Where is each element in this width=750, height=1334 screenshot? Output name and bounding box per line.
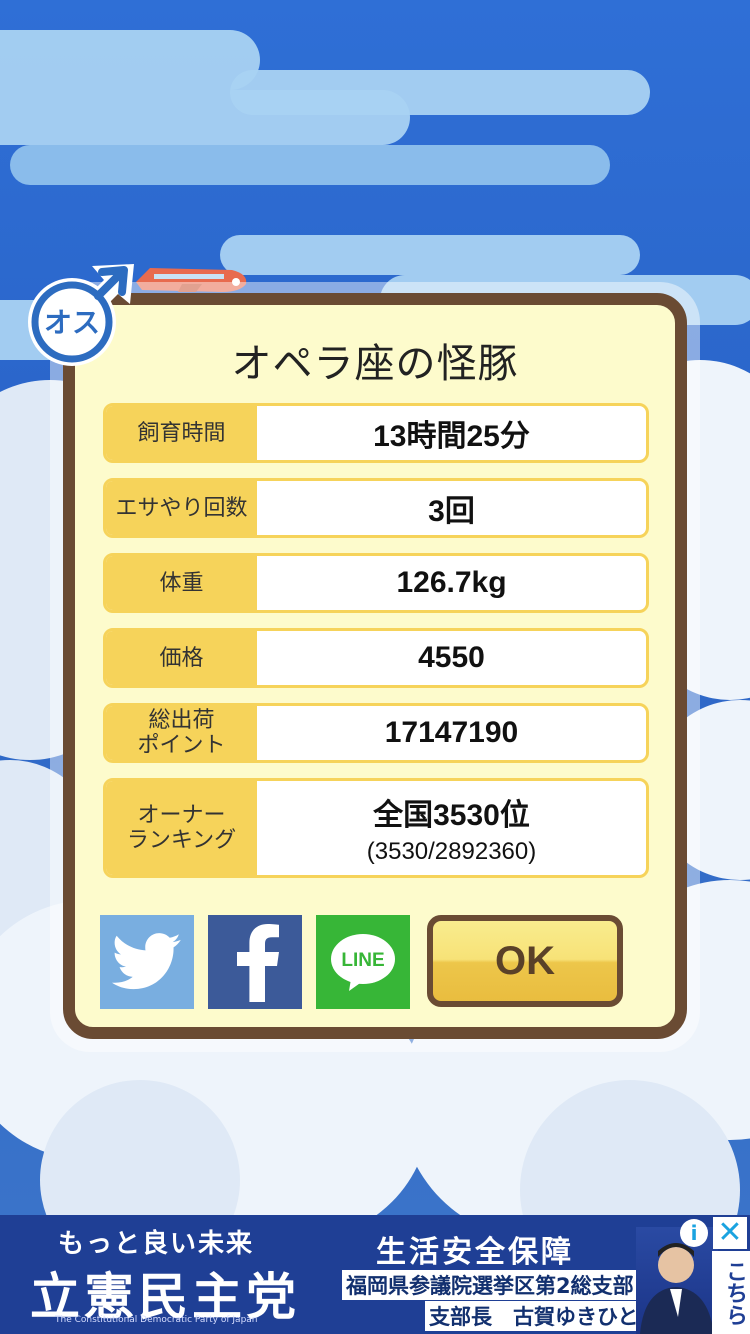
cloud bbox=[10, 145, 610, 185]
ranking-value: 全国3530位 bbox=[373, 799, 530, 832]
facebook-share-button[interactable] bbox=[208, 915, 302, 1009]
ad-banner[interactable]: もっと良い未来 立憲民主党 The Constitutional Democra… bbox=[0, 1215, 750, 1334]
stat-row-price: 価格 4550 bbox=[103, 628, 649, 688]
line-logo-text: LINE bbox=[341, 950, 384, 971]
stat-row-owner-ranking: オーナー ランキング 全国3530位 (3530/2892360) bbox=[103, 778, 649, 878]
ranking-detail: (3530/2892360) bbox=[366, 838, 537, 865]
stat-label: エサやり回数 bbox=[106, 481, 257, 535]
ad-text: 支部長 古賀ゆきひと bbox=[425, 1301, 643, 1331]
ad-text: もっと良い未来 bbox=[58, 1229, 255, 1259]
stat-label: 価格 bbox=[106, 631, 257, 685]
stat-value-group: 全国3530位 (3530/2892360) bbox=[257, 781, 646, 875]
stat-value: 4550 bbox=[418, 641, 485, 674]
stat-row-breeding-time: 飼育時間 13時間25分 bbox=[103, 403, 649, 463]
twitter-share-button[interactable] bbox=[100, 915, 194, 1009]
ad-vertical-text: こちら bbox=[712, 1251, 750, 1334]
stat-label: オーナー ランキング bbox=[106, 781, 257, 875]
pig-info-dialog: オペラ座の怪豚 飼育時間 13時間25分 エサやり回数 3回 体重 126.7k… bbox=[63, 293, 687, 1039]
cloud bbox=[0, 30, 260, 90]
line-share-button[interactable]: LINE bbox=[316, 915, 410, 1009]
stat-row-weight: 体重 126.7kg bbox=[103, 553, 649, 613]
ad-subtext: The Constitutional Democratic Party of J… bbox=[55, 1315, 258, 1325]
ad-text: 生活安全保障 bbox=[376, 1235, 574, 1270]
facebook-logo-icon bbox=[237, 924, 279, 1002]
cloud bbox=[220, 235, 640, 275]
stat-label: 体重 bbox=[106, 556, 257, 610]
stat-value: 126.7kg bbox=[396, 566, 507, 599]
twitter-bird-icon bbox=[112, 933, 181, 990]
stat-label: 総出荷 ポイント bbox=[106, 706, 257, 760]
stat-value: 17147190 bbox=[384, 716, 519, 749]
person-icon bbox=[640, 1243, 714, 1334]
ad-info-icon[interactable]: i bbox=[680, 1219, 708, 1247]
line-logo-icon: LINE bbox=[331, 934, 395, 991]
stat-value: 3回 bbox=[428, 495, 475, 528]
dialog-title: オペラ座の怪豚 bbox=[231, 341, 519, 387]
stat-label: 飼育時間 bbox=[106, 406, 257, 460]
stat-row-feed-count: エサやり回数 3回 bbox=[103, 478, 649, 538]
gender-label: オス bbox=[44, 306, 100, 339]
stat-value: 13時間25分 bbox=[373, 420, 530, 453]
ad-photo bbox=[636, 1227, 718, 1334]
male-symbol-icon: オス bbox=[28, 264, 134, 366]
cloud bbox=[230, 70, 650, 115]
ad-close-icon[interactable]: ✕ bbox=[713, 1217, 747, 1249]
stat-row-shipping-points: 総出荷 ポイント 17147190 bbox=[103, 703, 649, 763]
ad-text: 福岡県参議院選挙区第2総支部 bbox=[342, 1270, 638, 1300]
ok-button[interactable]: OK bbox=[427, 915, 623, 1007]
